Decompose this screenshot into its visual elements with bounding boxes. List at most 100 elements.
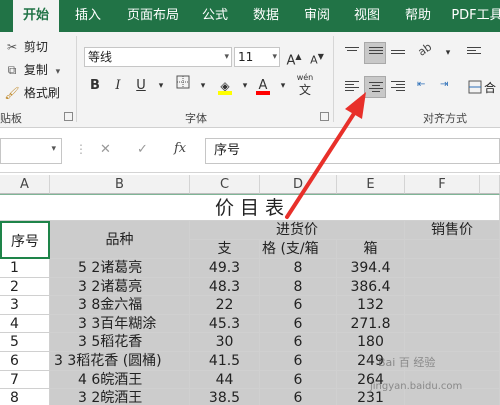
subheader-box-cell[interactable]: 箱 [337,240,405,259]
font-dialog-launcher-icon[interactable] [320,112,329,121]
cell-box[interactable]: 386.4 [337,277,405,297]
tab-home[interactable]: 开始 [13,0,59,32]
chevron-down-icon[interactable]: ▾ [272,75,294,97]
align-middle-button[interactable] [364,42,386,64]
cell-no[interactable]: 7 [0,370,50,390]
cell-box[interactable]: 394.4 [337,259,405,278]
chevron-down-icon[interactable]: ▾ [51,144,56,154]
cell-box[interactable]: 132 [337,296,405,315]
orientation-button[interactable]: ab [416,40,438,64]
cell-unit[interactable]: 22 [190,296,260,315]
tab-formulas[interactable]: 公式 [193,0,237,32]
cell-no[interactable]: 1 [0,259,50,278]
cell-spec[interactable]: 6 [260,352,337,371]
tab-page-layout[interactable]: 页面布局 [118,0,188,32]
cell-unit[interactable]: 45.3 [190,314,260,334]
decrease-indent-button[interactable]: ⇤ [416,76,438,98]
header-sale-cell[interactable]: 销售价 [405,221,500,240]
tab-insert[interactable]: 插入 [66,0,110,32]
table-title[interactable]: 价 目 表 [0,194,500,221]
cell-sale[interactable] [405,277,500,297]
underline-button[interactable]: U [130,75,152,97]
cell-sale[interactable] [405,314,500,334]
cell-spec[interactable]: 6 [260,296,337,315]
cell-name[interactable]: 4 6皖酒王 [50,370,190,390]
cut-button[interactable]: ✂ 剪切 [4,38,48,56]
cell-unit[interactable]: 41.5 [190,352,260,371]
chevron-down-icon[interactable]: ▾ [150,75,172,97]
cell-no[interactable]: 4 [0,314,50,334]
column-header-a[interactable]: A [0,175,50,194]
tab-help[interactable]: 帮助 [396,0,440,32]
chevron-down-icon[interactable]: ▾ [56,67,61,77]
column-header-b[interactable]: B [50,175,190,194]
cell-spec[interactable]: 8 [260,277,337,297]
tab-view[interactable]: 视图 [345,0,389,32]
cell-unit[interactable]: 49.3 [190,259,260,278]
column-header-c[interactable]: C [190,175,260,194]
cell-name[interactable]: 5 2诸葛亮 [50,259,190,278]
cell-unit[interactable]: 48.3 [190,277,260,297]
cell-spec[interactable]: 8 [260,259,337,278]
bold-button[interactable]: B [84,75,106,97]
cell-name[interactable]: 3 5稻花香 [50,333,190,352]
cell-no[interactable]: 6 [0,352,50,371]
cell-unit[interactable]: 38.5 [190,389,260,405]
formula-input[interactable]: 序号 [205,138,500,164]
cell-no[interactable]: 5 [0,333,50,352]
cell-name[interactable]: 3 8金六福 [50,296,190,315]
cell-name[interactable]: 3 2皖酒王 [50,389,190,405]
cell-spec[interactable]: 6 [260,370,337,390]
clipboard-dialog-launcher-icon[interactable] [64,112,73,121]
name-box[interactable]: ▾ [0,138,62,164]
subheader-sale-cell[interactable] [405,240,500,259]
align-top-button[interactable] [341,42,363,64]
cancel-icon[interactable]: ✕ [100,142,111,157]
cell-no[interactable]: 2 [0,277,50,297]
cell-name[interactable]: 3 3百年糊涂 [50,314,190,334]
cell-spec[interactable]: 6 [260,314,337,334]
align-center-button[interactable] [364,76,386,98]
header-name-cell[interactable]: 品种 [50,221,190,259]
font-color-button[interactable]: A [252,75,274,97]
chevron-down-icon[interactable]: ▾ [437,42,459,64]
header-no-cell[interactable]: 序号 [0,221,50,259]
tab-pdf-tools[interactable]: PDF工具 [447,0,500,32]
align-right-button[interactable] [387,76,409,98]
column-header-e[interactable]: E [337,175,405,194]
cell-name[interactable]: 3 2诸葛亮 [50,277,190,297]
header-purchase-cell[interactable]: 进货价 [190,221,405,240]
font-name-select[interactable]: 等线 ▾ [84,47,232,67]
cell-name[interactable]: 3 3稻花香 (圆桶) [50,352,190,371]
chevron-down-icon[interactable]: ▾ [192,75,214,97]
enter-icon[interactable]: ✓ [137,142,148,157]
cell-unit[interactable]: 44 [190,370,260,390]
cell-box[interactable]: 180 [337,333,405,352]
cell-box[interactable]: 271.8 [337,314,405,334]
cell-no[interactable]: 3 [0,296,50,315]
italic-button[interactable]: I [107,75,129,97]
cell-unit[interactable]: 30 [190,333,260,352]
increase-indent-button[interactable]: ⇥ [439,76,461,98]
copy-button[interactable]: ⧉ 复制 ▾ [4,61,61,79]
insert-function-button[interactable]: fx [174,141,186,156]
cell-spec[interactable]: 6 [260,389,337,405]
font-size-select[interactable]: 11 ▾ [234,47,280,67]
cell-sale[interactable] [405,259,500,278]
column-header-f[interactable]: F [405,175,480,194]
column-header-d[interactable]: D [260,175,337,194]
decrease-font-size-button[interactable]: A▼ [306,46,328,68]
fill-color-button[interactable]: ◈ [214,75,236,97]
cell-spec[interactable]: 6 [260,333,337,352]
cell-sale[interactable] [405,296,500,315]
tab-data[interactable]: 数据 [244,0,288,32]
borders-button[interactable] [172,75,194,97]
wrap-text-button[interactable] [463,42,485,64]
align-left-button[interactable] [341,76,363,98]
increase-font-size-button[interactable]: A▲ [283,46,305,68]
phonetic-guide-button[interactable]: wén 文 [292,72,318,100]
merge-center-button[interactable]: 合 [466,76,500,98]
subheader-spec-cell[interactable]: 格 (支/箱 [260,240,337,259]
tab-review[interactable]: 审阅 [295,0,339,32]
subheader-unit-cell[interactable]: 支 [190,240,260,259]
